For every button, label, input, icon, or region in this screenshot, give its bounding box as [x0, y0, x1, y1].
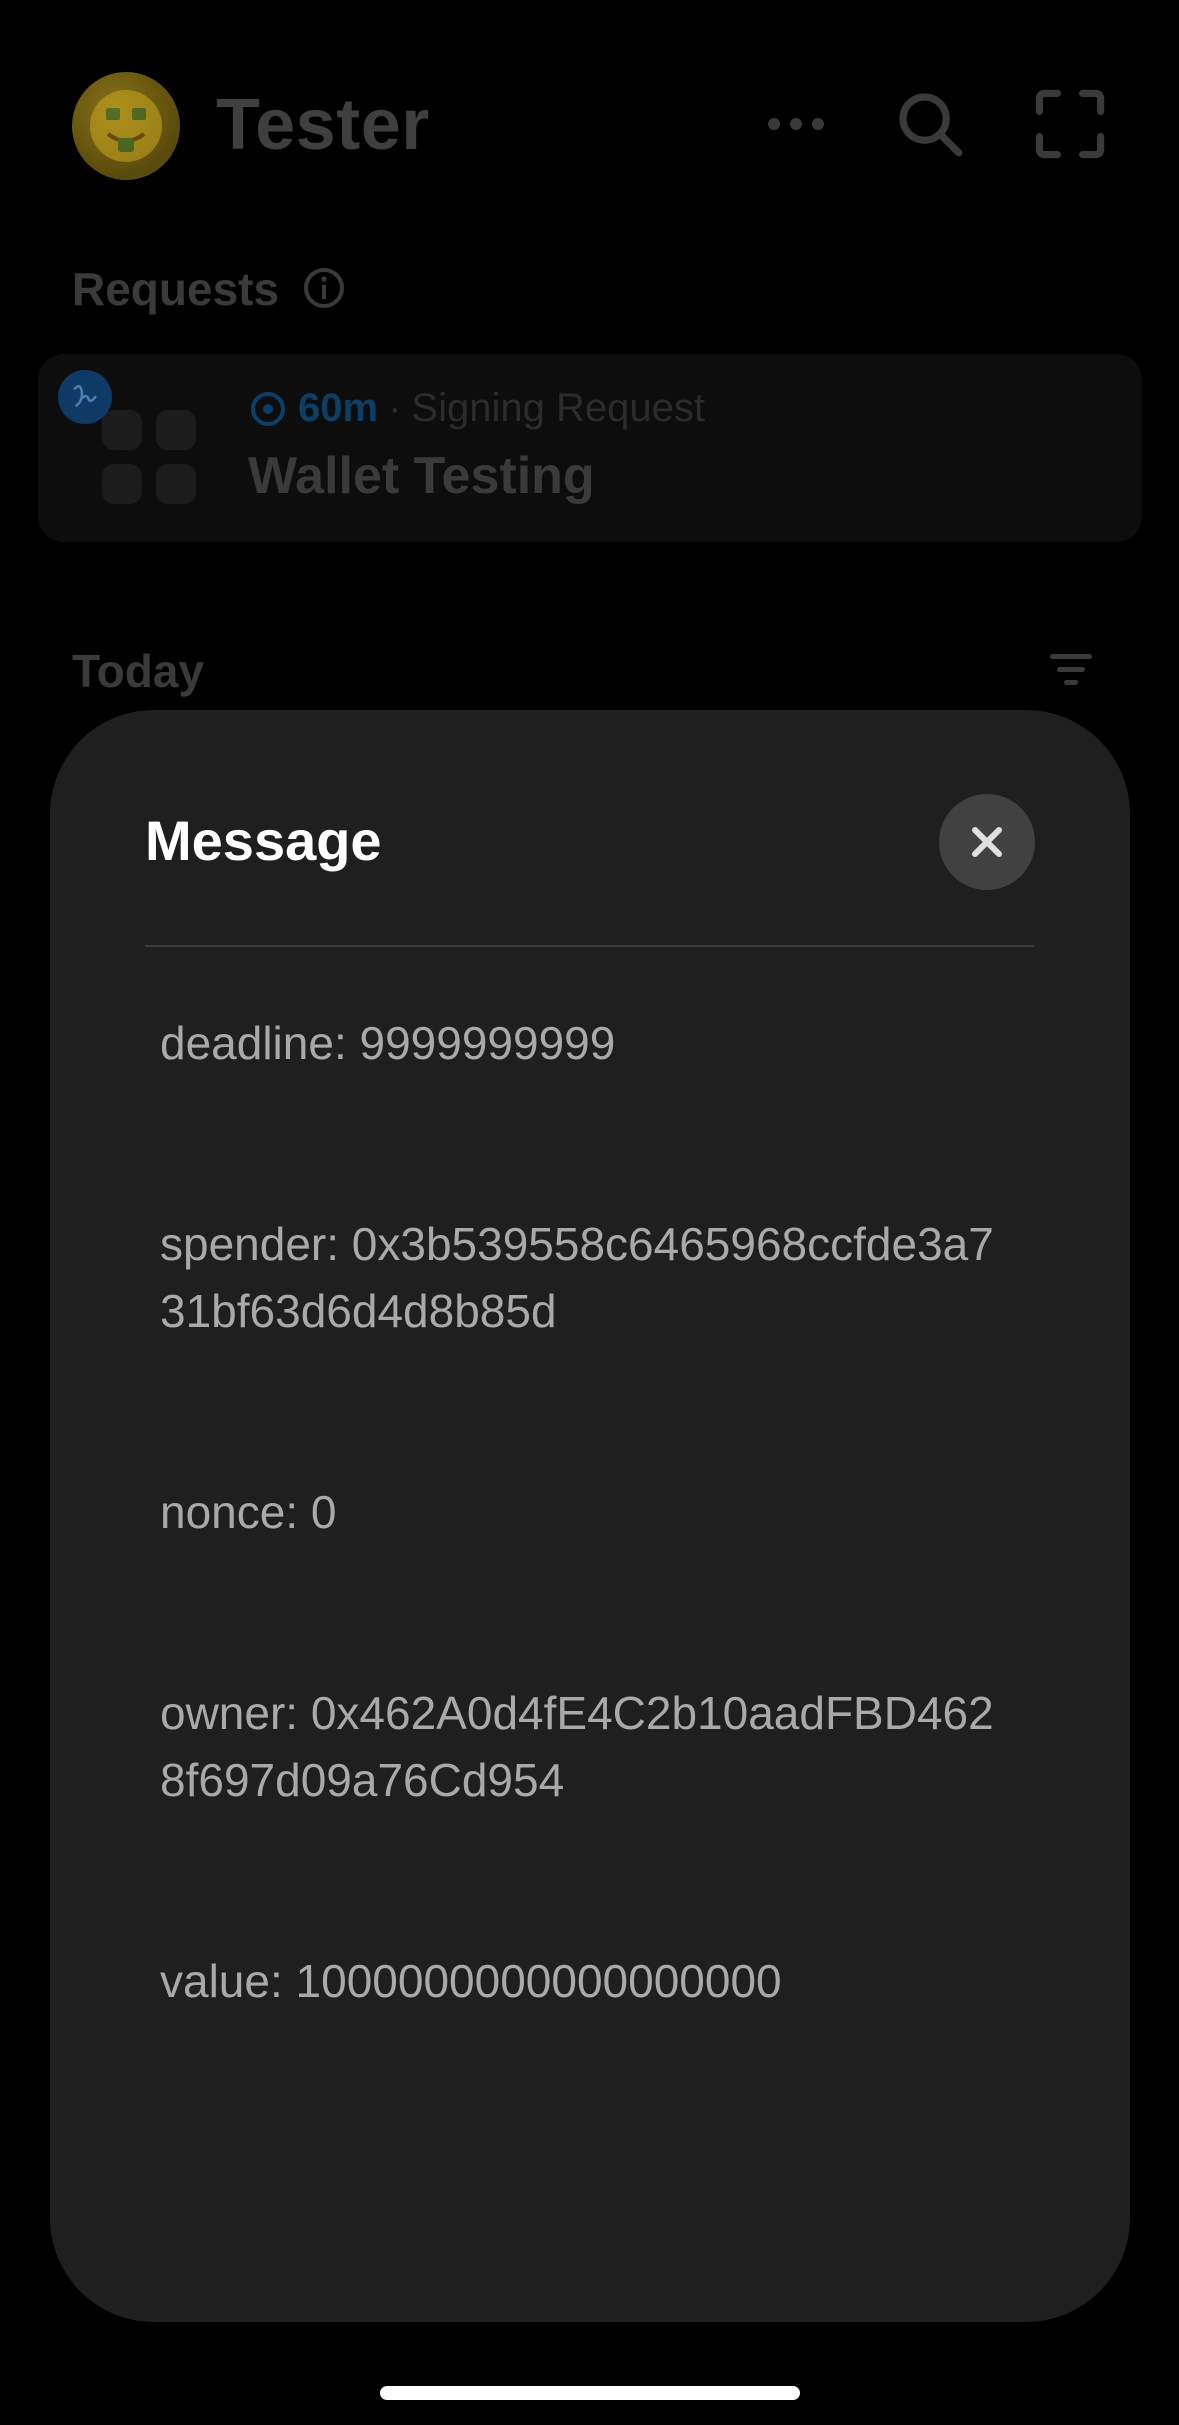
requests-label: Requests	[72, 263, 280, 315]
message-fields: deadline: 9999999999 spender: 0x3b539558…	[160, 1010, 1010, 2015]
app-title: Tester	[216, 85, 430, 165]
request-meta: 60m · Signing Request	[248, 386, 705, 431]
info-icon[interactable]	[302, 266, 346, 310]
request-type: Signing Request	[411, 386, 705, 430]
scan-icon[interactable]	[1030, 84, 1110, 164]
message-sheet: Message deadline: 9999999999 spender: 0x…	[50, 710, 1130, 2322]
field-deadline: deadline: 9999999999	[160, 1017, 616, 1069]
ellipsis-icon[interactable]	[756, 84, 836, 164]
divider	[145, 945, 1034, 947]
search-icon[interactable]	[890, 84, 970, 164]
timer-icon	[251, 391, 285, 426]
field-spender: spender: 0x3b539558c6465968ccfde3a731bf6…	[160, 1218, 994, 1337]
sheet-title: Message	[145, 809, 382, 872]
signature-badge-icon	[58, 370, 112, 424]
field-nonce: nonce: 0	[160, 1486, 337, 1538]
home-indicator[interactable]	[380, 2386, 800, 2400]
header: Tester	[0, 0, 1179, 240]
money-mouth-face-icon[interactable]	[72, 72, 180, 180]
app-grid-icon	[102, 410, 196, 504]
request-time: 60m	[298, 386, 379, 430]
request-title: Wallet Testing	[248, 447, 595, 505]
close-icon	[972, 827, 1002, 857]
request-separator: ·	[388, 386, 402, 430]
field-value: value: 1000000000000000000	[160, 1955, 782, 2007]
field-owner: owner: 0x462A0d4fE4C2b10aadFBD4628f697d0…	[160, 1687, 994, 1806]
filter-icon[interactable]	[1048, 650, 1094, 690]
today-label: Today	[72, 645, 205, 697]
close-button[interactable]	[939, 794, 1035, 890]
request-card[interactable]: 60m · Signing Request Wallet Testing	[38, 354, 1142, 542]
